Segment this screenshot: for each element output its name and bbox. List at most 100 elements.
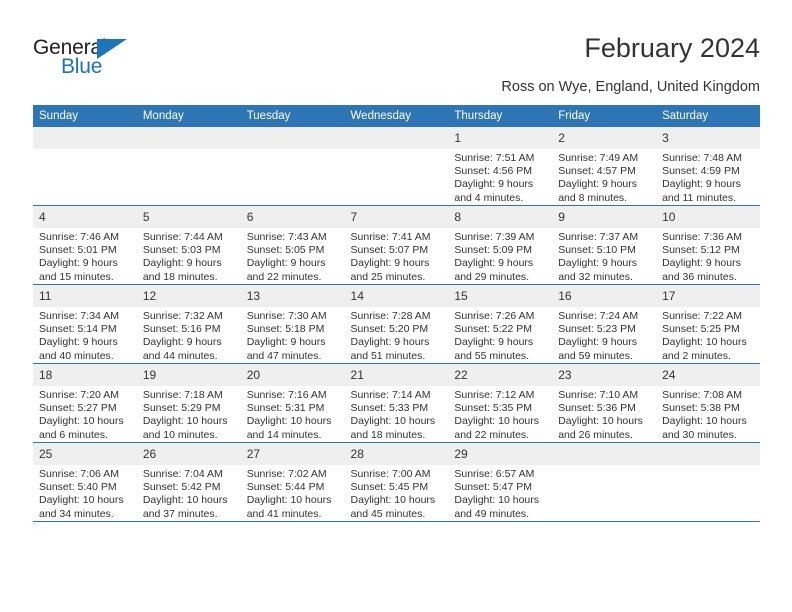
daylight-text-line1: Daylight: 10 hours bbox=[454, 494, 540, 507]
calendar-day-cell[interactable]: 14 Sunrise: 7:28 AM Sunset: 5:20 PM Dayligh… bbox=[344, 284, 449, 364]
daylight-text-line1: Daylight: 9 hours bbox=[350, 336, 430, 349]
day-number: 19 bbox=[136, 364, 241, 386]
sunrise-text: Sunrise: 7:18 AM bbox=[142, 389, 223, 401]
calendar-day-cell[interactable]: 8 Sunrise: 7:39 AM Sunset: 5:09 PM Daylight… bbox=[448, 205, 553, 285]
calendar-day-cell[interactable]: 28 Sunrise: 7:00 AM Sunset: 5:45 PM Dayligh… bbox=[344, 442, 449, 522]
calendar-day-cell[interactable]: 7 Sunrise: 7:41 AM Sunset: 5:07 PM Daylight… bbox=[344, 205, 449, 285]
daylight-text-line2: and 18 minutes. bbox=[350, 428, 426, 441]
daylight-text-line1: Daylight: 9 hours bbox=[39, 336, 118, 349]
daylight-text-line2: and 41 minutes. bbox=[246, 507, 322, 520]
daylight-text-line2: and 6 minutes. bbox=[39, 428, 108, 441]
daylight-text-line2: and 49 minutes. bbox=[454, 507, 530, 520]
sunrise-text: Sunrise: 7:46 AM bbox=[39, 231, 119, 243]
day-number: 22 bbox=[448, 364, 553, 386]
sunset-text: Sunset: 5:27 PM bbox=[39, 402, 117, 415]
sunset-text: Sunset: 5:23 PM bbox=[558, 323, 636, 336]
day-number bbox=[656, 443, 760, 465]
calendar-day-cell[interactable]: 2 Sunrise: 7:49 AM Sunset: 4:57 PM Daylight… bbox=[552, 127, 657, 206]
calendar-week-row: 18 Sunrise: 7:20 AM Sunset: 5:27 PM Dayligh… bbox=[33, 363, 760, 443]
daylight-text-line2: and 22 minutes. bbox=[246, 270, 322, 283]
calendar-day-cell[interactable]: 26 Sunrise: 7:04 AM Sunset: 5:42 PM Dayligh… bbox=[136, 442, 241, 522]
sunrise-text: Sunrise: 7:22 AM bbox=[662, 310, 743, 322]
calendar-day-cell[interactable]: 24 Sunrise: 7:08 AM Sunset: 5:38 PM Dayligh… bbox=[656, 363, 760, 443]
day-sun-info: Sunrise: 7:28 AM Sunset: 5:20 PM Daylight:… bbox=[345, 307, 449, 363]
calendar-day-cell[interactable]: 18 Sunrise: 7:20 AM Sunset: 5:27 PM Dayligh… bbox=[33, 363, 137, 443]
calendar-day-cell[interactable]: 11 Sunrise: 7:34 AM Sunset: 5:14 PM Dayligh… bbox=[33, 284, 137, 364]
calendar-day-cell[interactable]: 5 Sunrise: 7:44 AM Sunset: 5:03 PM Daylight… bbox=[136, 205, 241, 285]
calendar-day-cell[interactable]: 4 Sunrise: 7:46 AM Sunset: 5:01 PM Daylight… bbox=[33, 205, 137, 285]
daylight-text-line1: Daylight: 10 hours bbox=[350, 494, 436, 507]
daylight-text-line1: Daylight: 10 hours bbox=[350, 415, 436, 428]
calendar-day-cell-empty bbox=[552, 442, 657, 522]
day-sun-info: Sunrise: 7:26 AM Sunset: 5:22 PM Daylight:… bbox=[448, 307, 552, 363]
calendar-day-cell[interactable]: 10 Sunrise: 7:36 AM Sunset: 5:12 PM Dayligh… bbox=[656, 205, 760, 285]
calendar-day-cell-empty bbox=[240, 127, 345, 206]
calendar-day-cell[interactable]: 16 Sunrise: 7:24 AM Sunset: 5:23 PM Dayligh… bbox=[552, 284, 657, 364]
daylight-text-line1: Daylight: 9 hours bbox=[454, 257, 534, 270]
day-sun-info: Sunrise: 7:32 AM Sunset: 5:16 PM Daylight:… bbox=[137, 307, 241, 363]
day-number: 12 bbox=[136, 285, 241, 307]
calendar-day-cell[interactable]: 21 Sunrise: 7:14 AM Sunset: 5:33 PM Dayligh… bbox=[344, 363, 449, 443]
sunrise-text: Sunrise: 7:10 AM bbox=[558, 389, 639, 401]
calendar-header-row: Sunday Monday Tuesday Wednesday Thursday… bbox=[33, 105, 760, 127]
sunrise-text: Sunrise: 7:36 AM bbox=[662, 231, 743, 243]
sunset-text: Sunset: 5:33 PM bbox=[350, 402, 429, 415]
day-sun-info: Sunrise: 7:41 AM Sunset: 5:07 PM Daylight:… bbox=[345, 228, 449, 284]
sunset-text: Sunset: 5:01 PM bbox=[39, 244, 117, 257]
day-number: 16 bbox=[552, 285, 657, 307]
daylight-text-line1: Daylight: 9 hours bbox=[246, 336, 326, 349]
calendar-day-cell[interactable]: 6 Sunrise: 7:43 AM Sunset: 5:05 PM Daylight… bbox=[240, 205, 345, 285]
sunset-text: Sunset: 5:44 PM bbox=[246, 481, 325, 494]
daylight-text-line1: Daylight: 10 hours bbox=[246, 415, 332, 428]
day-number: 7 bbox=[344, 206, 449, 228]
sunrise-text: Sunrise: 7:43 AM bbox=[246, 231, 327, 243]
daylight-text-line2: and 44 minutes. bbox=[142, 349, 218, 362]
calendar-day-cell[interactable]: 27 Sunrise: 7:02 AM Sunset: 5:44 PM Dayligh… bbox=[240, 442, 345, 522]
weekday-header-sunday: Sunday bbox=[33, 105, 137, 127]
day-sun-info: Sunrise: 7:39 AM Sunset: 5:09 PM Daylight:… bbox=[448, 228, 552, 284]
daylight-text-line2: and 14 minutes. bbox=[246, 428, 322, 441]
sunrise-text: Sunrise: 7:37 AM bbox=[558, 231, 639, 243]
day-sun-info: Sunrise: 7:49 AM Sunset: 4:57 PM Daylight:… bbox=[552, 149, 656, 205]
sunrise-text: Sunrise: 7:12 AM bbox=[454, 389, 535, 401]
calendar-day-cell[interactable]: 25 Sunrise: 7:06 AM Sunset: 5:40 PM Dayligh… bbox=[33, 442, 137, 522]
day-number: 26 bbox=[136, 443, 241, 465]
calendar-day-cell[interactable]: 1 Sunrise: 7:51 AM Sunset: 4:56 PM Daylight… bbox=[448, 127, 553, 206]
calendar-day-cell[interactable]: 13 Sunrise: 7:30 AM Sunset: 5:18 PM Dayligh… bbox=[240, 284, 345, 364]
sunset-text: Sunset: 5:18 PM bbox=[246, 323, 325, 336]
calendar-day-cell[interactable]: 29 Sunrise: 6:57 AM Sunset: 5:47 PM Dayligh… bbox=[448, 442, 553, 522]
sunset-text: Sunset: 5:09 PM bbox=[454, 244, 533, 257]
calendar-day-cell[interactable]: 20 Sunrise: 7:16 AM Sunset: 5:31 PM Dayligh… bbox=[240, 363, 345, 443]
calendar-day-cell[interactable]: 17 Sunrise: 7:22 AM Sunset: 5:25 PM Dayligh… bbox=[656, 284, 760, 364]
sunrise-text: Sunrise: 7:26 AM bbox=[454, 310, 535, 322]
calendar-week-row: 4 Sunrise: 7:46 AM Sunset: 5:01 PM Daylight… bbox=[33, 205, 760, 285]
day-number: 17 bbox=[656, 285, 760, 307]
day-number: 21 bbox=[344, 364, 449, 386]
daylight-text-line1: Daylight: 9 hours bbox=[558, 178, 638, 191]
day-sun-info: Sunrise: 7:20 AM Sunset: 5:27 PM Daylight:… bbox=[33, 386, 137, 442]
day-sun-info: Sunrise: 7:44 AM Sunset: 5:03 PM Daylight:… bbox=[137, 228, 241, 284]
calendar-day-cell[interactable]: 23 Sunrise: 7:10 AM Sunset: 5:36 PM Dayligh… bbox=[552, 363, 657, 443]
sunset-text: Sunset: 5:10 PM bbox=[558, 244, 636, 257]
day-sun-info: Sunrise: 7:48 AM Sunset: 4:59 PM Daylight:… bbox=[656, 149, 760, 205]
sunrise-text: Sunrise: 7:24 AM bbox=[558, 310, 639, 322]
calendar-day-cell[interactable]: 9 Sunrise: 7:37 AM Sunset: 5:10 PM Daylight… bbox=[552, 205, 657, 285]
daylight-text-line2: and 30 minutes. bbox=[662, 428, 737, 441]
calendar-day-cell[interactable]: 22 Sunrise: 7:12 AM Sunset: 5:35 PM Dayligh… bbox=[448, 363, 553, 443]
calendar-day-cell[interactable]: 12 Sunrise: 7:32 AM Sunset: 5:16 PM Dayligh… bbox=[136, 284, 241, 364]
calendar-day-cell[interactable]: 3 Sunrise: 7:48 AM Sunset: 4:59 PM Daylight… bbox=[656, 127, 760, 206]
daylight-text-line2: and 36 minutes. bbox=[662, 270, 737, 283]
sunrise-text: Sunrise: 7:51 AM bbox=[454, 152, 535, 164]
day-sun-info: Sunrise: 7:12 AM Sunset: 5:35 PM Daylight:… bbox=[448, 386, 552, 442]
calendar-day-cell[interactable]: 19 Sunrise: 7:18 AM Sunset: 5:29 PM Dayligh… bbox=[136, 363, 241, 443]
daylight-text-line2: and 45 minutes. bbox=[350, 507, 426, 520]
day-number: 20 bbox=[240, 364, 345, 386]
daylight-text-line1: Daylight: 10 hours bbox=[454, 415, 540, 428]
calendar-day-cell[interactable]: 15 Sunrise: 7:26 AM Sunset: 5:22 PM Dayligh… bbox=[448, 284, 553, 364]
day-sun-info: Sunrise: 7:34 AM Sunset: 5:14 PM Daylight:… bbox=[33, 307, 137, 363]
day-number: 6 bbox=[240, 206, 345, 228]
day-number: 8 bbox=[448, 206, 553, 228]
sunset-text: Sunset: 4:57 PM bbox=[558, 165, 636, 178]
daylight-text-line1: Daylight: 10 hours bbox=[662, 336, 747, 349]
day-sun-info: Sunrise: 7:51 AM Sunset: 4:56 PM Daylight:… bbox=[448, 149, 552, 205]
